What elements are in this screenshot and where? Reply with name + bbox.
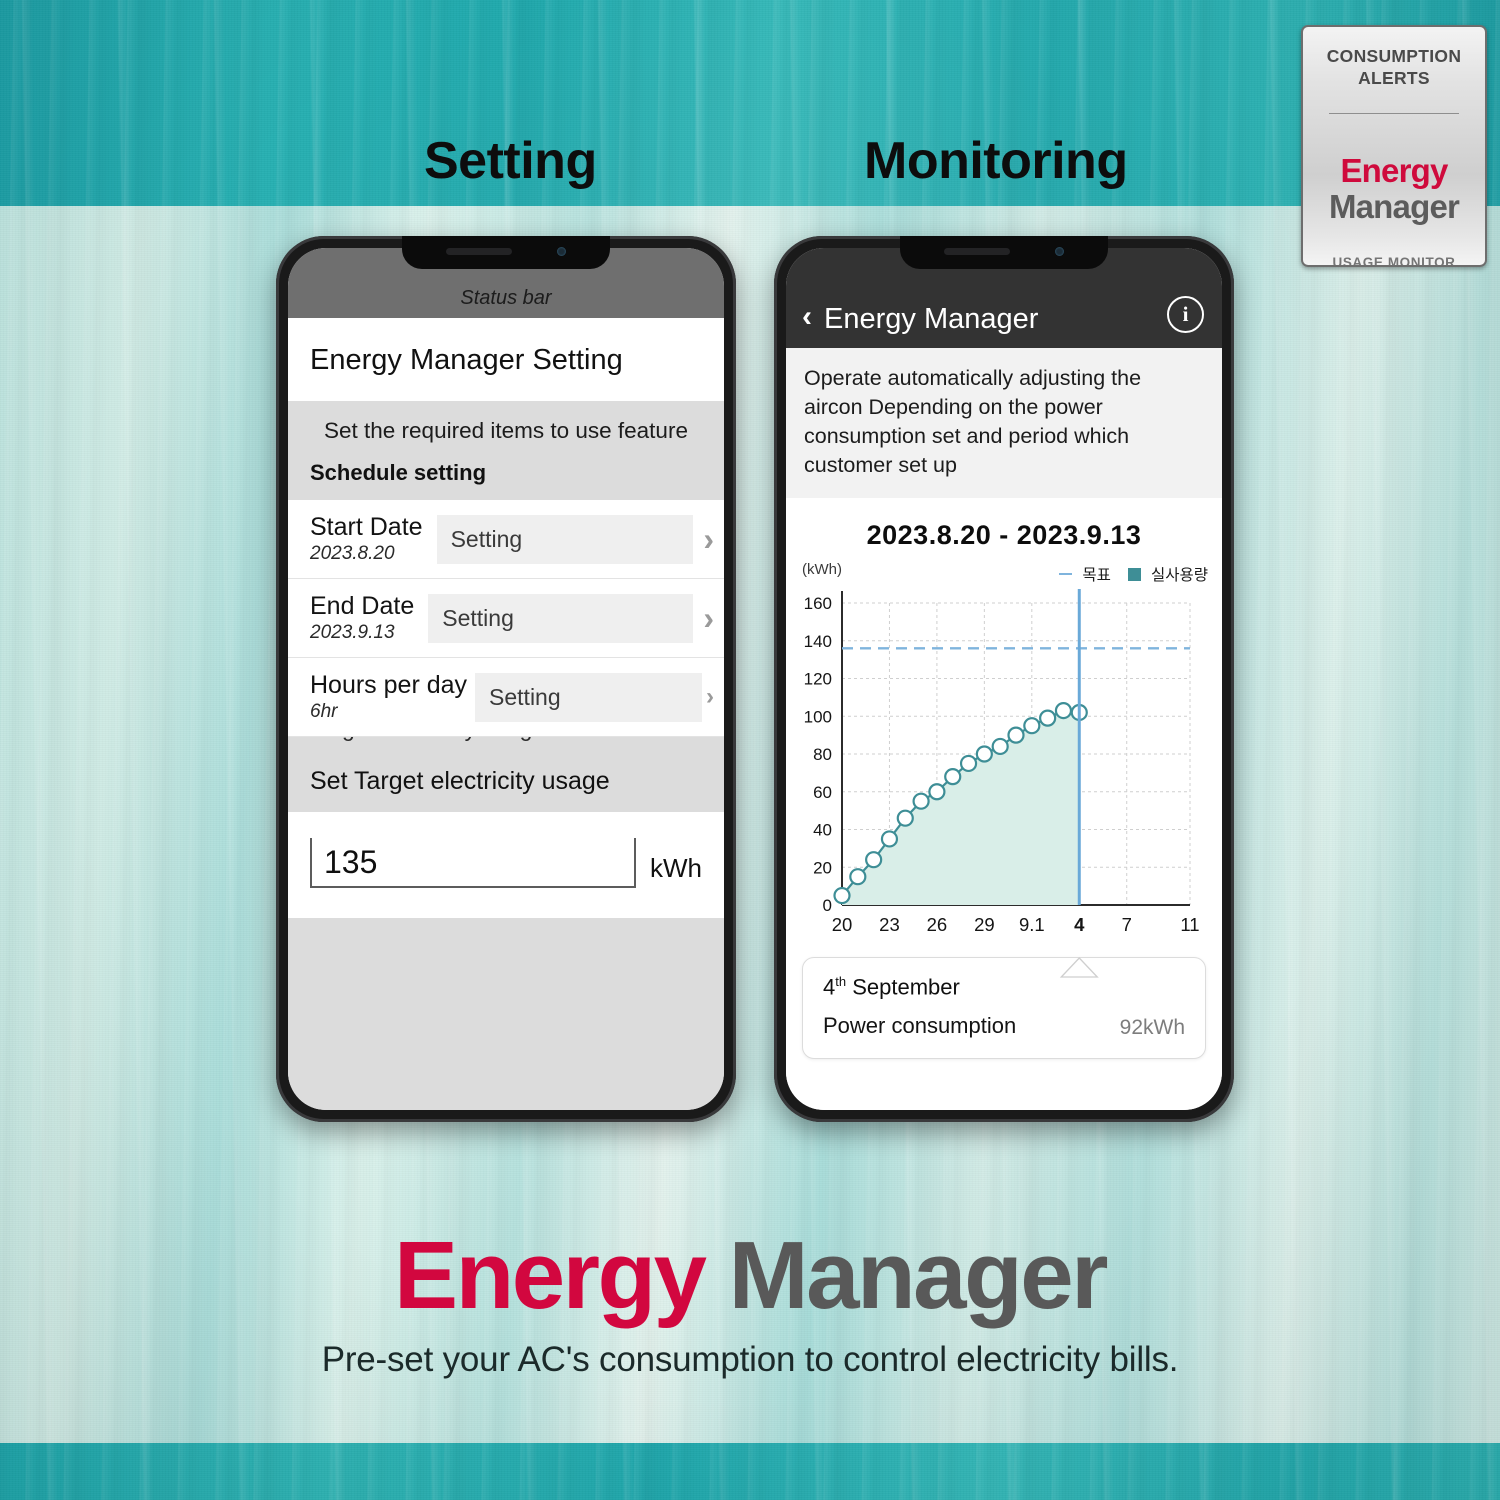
badge-bottom-label: USAGE MONITOR xyxy=(1332,255,1456,267)
tooltip-metric-label: Power consumption xyxy=(823,1013,1017,1039)
svg-text:160: 160 xyxy=(804,594,832,613)
svg-text:60: 60 xyxy=(813,783,832,802)
tooltip-day-suffix: th xyxy=(835,974,847,989)
svg-text:0: 0 xyxy=(823,896,832,915)
target-usage-value: 135 xyxy=(324,843,378,880)
consumption-alerts-badge: CONSUMPTION ALERTS Energy Manager USAGE M… xyxy=(1301,25,1487,267)
section-title-setting: Setting xyxy=(424,132,597,190)
target-input-area: 135 kWh xyxy=(288,812,724,918)
target-usage-input[interactable]: 135 xyxy=(310,838,636,888)
chevron-right-icon[interactable]: › xyxy=(706,685,714,709)
chart-plot-svg: 02040608010012014016020 23 26 29 9.1 4 7 11 xyxy=(804,589,1200,935)
svg-text:7: 7 xyxy=(1122,914,1132,935)
screen-filler xyxy=(786,1073,1222,1110)
row-end-date-title: End Date xyxy=(310,592,415,620)
svg-text:4: 4 xyxy=(1074,914,1085,935)
svg-text:11: 11 xyxy=(1180,914,1199,935)
svg-text:20: 20 xyxy=(813,858,832,877)
svg-text:9.1: 9.1 xyxy=(1019,914,1045,935)
row-hours-per-day-labels: Hours per day 6hr xyxy=(310,671,467,723)
phone-mockup-monitoring: ‹ Energy Manager i Operate automatically… xyxy=(774,236,1234,1122)
row-hours-per-day-title: Hours per day xyxy=(310,671,468,699)
earpiece-speaker-icon xyxy=(944,248,1010,255)
date-range-title: 2023.8.20 - 2023.9.13 xyxy=(786,498,1222,557)
tooltip-metric: Power consumption 92kWh xyxy=(823,1012,1185,1040)
clipped-row-text: Target electricity usage xyxy=(310,737,545,742)
target-section-label: Set Target electricity usage xyxy=(288,763,724,812)
row-end-date-setting-button[interactable]: Setting xyxy=(428,593,694,643)
phone-notch-left xyxy=(402,236,610,269)
info-icon[interactable]: i xyxy=(1167,296,1204,333)
row-hours-per-day[interactable]: Hours per day 6hr Setting › xyxy=(288,658,724,737)
badge-top-label: CONSUMPTION ALERTS xyxy=(1326,46,1462,88)
tooltip-month: September xyxy=(852,974,960,1000)
settings-row-list: Start Date 2023.8.20 Setting › End Date … xyxy=(288,500,724,737)
row-start-date-title: Start Date xyxy=(310,513,423,541)
svg-text:26: 26 xyxy=(927,914,948,935)
tooltip-metric-value: 92kWh xyxy=(1119,1016,1185,1040)
row-end-date-labels: End Date 2023.9.13 xyxy=(310,592,414,644)
tooltip-date: 4th September xyxy=(823,974,1185,1000)
row-start-date[interactable]: Start Date 2023.8.20 Setting › xyxy=(288,500,724,579)
row-end-date-value: 2023.9.13 xyxy=(310,622,395,643)
status-bar-label: Status bar xyxy=(460,287,552,309)
row-hours-per-day-value: 6hr xyxy=(310,701,338,722)
row-end-date[interactable]: End Date 2023.9.13 Setting › xyxy=(288,579,724,658)
tooltip-area: 4th September Power consumption 92kWh xyxy=(786,957,1222,1074)
section-title-monitoring: Monitoring xyxy=(864,132,1128,190)
schedule-section-label: Schedule setting xyxy=(310,460,487,485)
svg-text:120: 120 xyxy=(804,670,832,689)
brand-energy: Energy xyxy=(394,1222,707,1329)
intro-block: Set the required items to use feature Sc… xyxy=(288,401,724,500)
usage-chart: (kWh) 목표 실사용량 0 20 40 60 80 100 120 140 160 20 23 2… xyxy=(786,557,1222,957)
front-camera-icon xyxy=(1055,247,1064,256)
target-usage-unit: kWh xyxy=(650,853,702,883)
row-hours-per-day-setting-button[interactable]: Setting xyxy=(475,672,702,722)
svg-text:80: 80 xyxy=(813,745,832,764)
app-bar-title: Energy Manager xyxy=(824,303,1039,335)
badge-brand-manager: Manager xyxy=(1328,188,1460,225)
front-camera-icon xyxy=(557,247,566,256)
row-start-date-setting-button[interactable]: Setting xyxy=(436,514,694,564)
svg-text:40: 40 xyxy=(813,821,832,840)
svg-text:100: 100 xyxy=(804,707,832,726)
brand-manager: Manager xyxy=(704,1222,1109,1329)
tooltip-day: 4 xyxy=(823,974,836,1000)
svg-text:23: 23 xyxy=(879,914,900,935)
clipped-row-above-target: Target electricity usage xyxy=(288,737,724,763)
row-start-date-value: 2023.8.20 xyxy=(310,543,395,564)
page-title: Energy Manager Setting xyxy=(288,318,724,401)
badge-divider xyxy=(1329,113,1459,114)
svg-text:20: 20 xyxy=(832,914,853,935)
poster-canvas: Setting Monitoring CONSUMPTION ALERTS Ene… xyxy=(0,0,1500,1500)
intro-description: Set the required items to use feature xyxy=(324,418,688,443)
feature-note: Operate automatically adjusting the airc… xyxy=(786,348,1222,498)
badge-brand-energy: Energy xyxy=(1340,152,1448,189)
screen-setting: Status bar Energy Manager Setting Set th… xyxy=(288,248,724,1110)
brand-tagline: Pre-set your AC's consumption to control… xyxy=(321,1340,1179,1379)
brand-wordmark: Energy Manager xyxy=(0,1224,1500,1328)
screen-filler xyxy=(288,918,724,1110)
earpiece-speaker-icon xyxy=(446,248,512,255)
chevron-left-icon[interactable]: ‹ xyxy=(802,302,812,332)
svg-text:140: 140 xyxy=(804,632,832,651)
phone-mockup-setting: Status bar Energy Manager Setting Set th… xyxy=(276,236,736,1122)
chevron-right-icon[interactable]: › xyxy=(703,523,714,555)
phone-notch-right xyxy=(900,236,1108,269)
tooltip-card: 4th September Power consumption 92kWh xyxy=(802,957,1206,1060)
chevron-right-icon[interactable]: › xyxy=(703,602,714,634)
screen-monitoring: ‹ Energy Manager i Operate automatically… xyxy=(786,248,1222,1110)
svg-text:29: 29 xyxy=(974,914,995,935)
row-start-date-labels: Start Date 2023.8.20 xyxy=(310,513,423,565)
